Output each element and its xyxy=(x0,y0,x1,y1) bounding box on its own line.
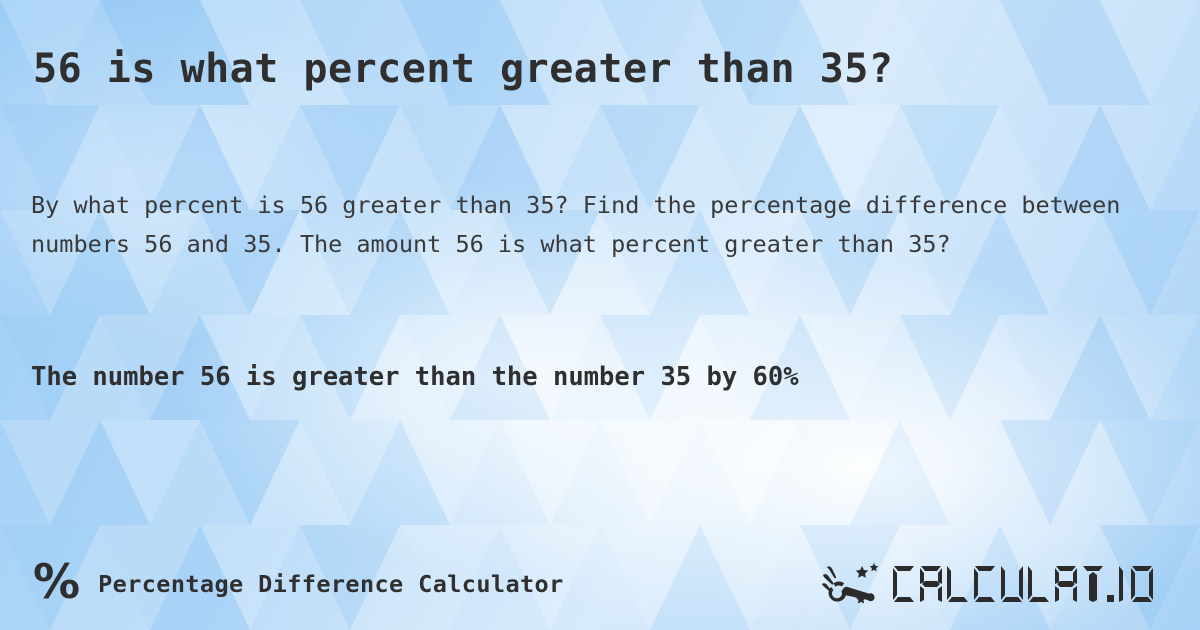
calculatio-logo[interactable]: CALCULAT.IO xyxy=(821,561,1159,607)
brand-block: % Percentage Difference Calculator xyxy=(33,559,564,606)
percent-icon: % xyxy=(33,554,81,610)
footer: % Percentage Difference Calculator xyxy=(0,538,1200,630)
question-description: By what percent is 56 greater than 35? F… xyxy=(31,191,1121,258)
logo-wordmark xyxy=(893,566,1153,602)
share-image-card: 56 is what percent greater than 35? By w… xyxy=(0,0,1200,630)
page-title: 56 is what percent greater than 35? xyxy=(33,46,894,92)
calculator-name-label: Percentage Difference Calculator xyxy=(98,570,564,598)
answer-result: The number 56 is greater than the number… xyxy=(31,362,799,392)
hand-holding-magic-wand-icon xyxy=(822,563,879,604)
content-area: 56 is what percent greater than 35? By w… xyxy=(0,0,1200,630)
